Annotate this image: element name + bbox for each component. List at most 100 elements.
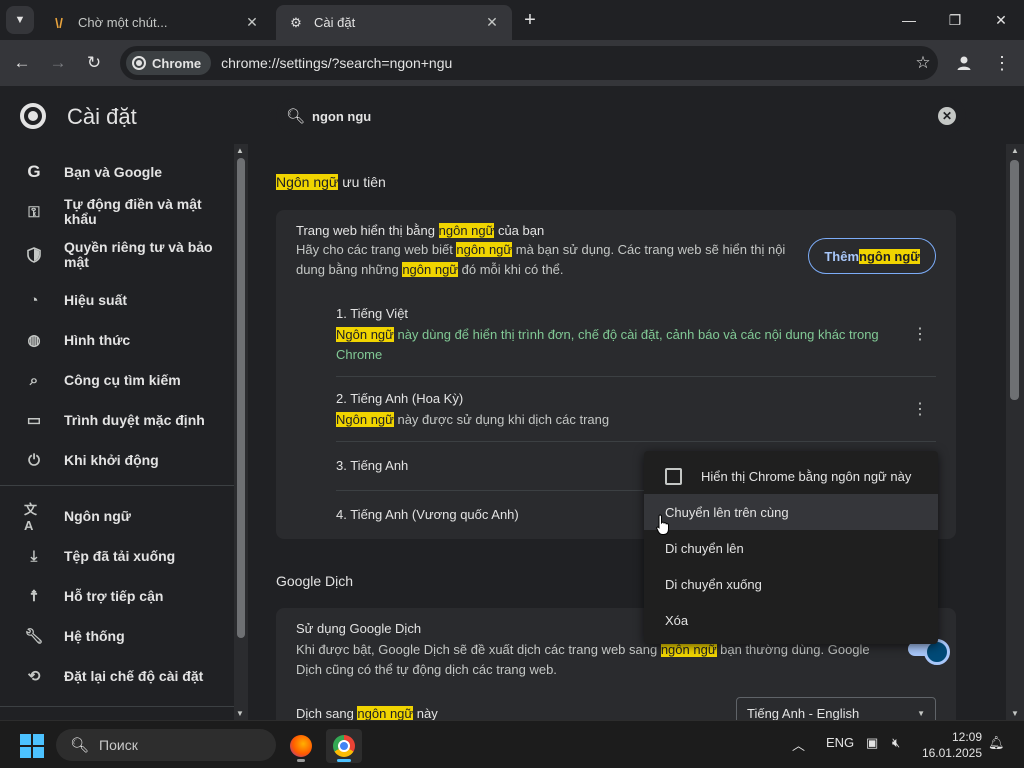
target-language-label: Dịch sang ngôn ngữ này	[296, 706, 438, 721]
scroll-down-icon[interactable]: ▼	[236, 709, 244, 718]
sidebar-item-performance[interactable]: ◔ Hiệu suất	[0, 290, 234, 310]
address-bar[interactable]: Chrome chrome://settings/?search=ngon+ng…	[120, 46, 938, 80]
sidebar-item-label: Hiệu suất	[64, 291, 128, 308]
taskbar-search[interactable]: 🔍︎ Поиск	[56, 729, 276, 761]
chrome-logo-icon	[20, 103, 46, 129]
language-item-vietnamese: 1. Tiếng Việt Ngôn ngữ này dùng để hiển …	[336, 306, 936, 365]
search-icon: ⌕	[29, 371, 39, 389]
sidebar-item-accessibility[interactable]: ☨ Hỗ trợ tiếp cận	[0, 586, 234, 606]
back-button[interactable]: ←	[8, 49, 36, 77]
sidebar-item-reset[interactable]: ⟲ Đặt lại chế độ cài đặt	[0, 666, 234, 686]
sidebar-item-label: Hỗ trợ tiếp cận	[64, 587, 164, 604]
menu-item-move-down[interactable]: Di chuyển xuống	[644, 566, 938, 602]
profile-button[interactable]	[952, 51, 976, 75]
search-icon: 🔍︎	[70, 737, 90, 754]
firefox-icon	[290, 735, 312, 757]
clock[interactable]: 12:09 16.01.2025	[918, 729, 982, 761]
tab-search-button[interactable]: ▼	[6, 6, 34, 34]
divider	[336, 376, 936, 377]
chrome-menu-button[interactable]: ⋮	[990, 51, 1014, 75]
close-icon[interactable]: ✕	[244, 14, 260, 31]
new-tab-button[interactable]: +	[518, 8, 542, 32]
translate-icon: 文A	[24, 502, 38, 533]
tab-loading[interactable]: Chờ một chút... ✕	[40, 5, 272, 40]
sidebar-item-default-browser[interactable]: ▭ Trình duyệt mặc định	[0, 410, 234, 430]
volume-muted-icon[interactable]: 🔇︎	[892, 735, 900, 751]
tab-strip: ▼ Chờ một chút... ✕ ⚙ Cài đặt ✕ + — ❐ ✕	[0, 0, 1024, 40]
input-language[interactable]: ENG	[826, 735, 854, 750]
card-description: Hãy cho các trang web biết ngôn ngữ mà b…	[296, 242, 786, 277]
sidebar-divider	[0, 485, 234, 486]
sidebar-item-label: Quyền riêng tư và bảo mật	[64, 239, 213, 270]
add-languages-button[interactable]: Thêm ngôn ngữ	[808, 238, 936, 274]
maximize-button[interactable]: ❐	[932, 0, 978, 40]
sidebar-item-label: Đặt lại chế độ cài đặt	[64, 667, 204, 684]
chevron-down-icon: ▼	[917, 708, 925, 718]
minimize-icon: —	[902, 12, 916, 28]
url-text[interactable]: chrome://settings/?search=ngon+ngu	[221, 55, 908, 71]
language-name: 1. Tiếng Việt	[336, 306, 409, 321]
windows-start-icon[interactable]	[20, 734, 44, 758]
palette-icon: ◍	[27, 332, 41, 349]
taskbar-app-chrome[interactable]	[326, 729, 362, 763]
toolbar: ← → ↻ Chrome chrome://settings/?search=n…	[0, 40, 1024, 86]
sidebar-item-on-startup[interactable]: ⏻ Khi khởi động	[0, 450, 234, 470]
sidebar-item-label: Khi khởi động	[64, 451, 159, 468]
menu-item-display-in-language[interactable]: Hiển thị Chrome bằng ngôn ngữ này	[644, 458, 938, 494]
menu-item-move-up[interactable]: Di chuyển lên	[644, 530, 938, 566]
site-info-chip[interactable]: Chrome	[126, 51, 212, 75]
page-title: Cài đặt	[67, 104, 137, 129]
translate-toggle[interactable]	[908, 639, 950, 665]
menu-item-remove[interactable]: Xóa	[644, 602, 938, 638]
notification-bell-icon[interactable]: 🔔︎	[988, 735, 1005, 751]
tab-title: Cài đặt	[314, 15, 356, 30]
tab-settings[interactable]: ⚙ Cài đặt ✕	[276, 5, 512, 40]
scrollbar-thumb[interactable]	[1010, 160, 1019, 400]
screen: ▼ Chờ một chút... ✕ ⚙ Cài đặt ✕ + — ❐ ✕ …	[0, 0, 1024, 768]
card-title: Sử dụng Google Dịch	[296, 621, 422, 636]
sidebar-item-label: Hình thức	[64, 331, 131, 348]
sidebar-item-you-and-google[interactable]: G Bạn và Google	[0, 162, 234, 182]
section-title-languages: Ngôn ngữ ưu tiên	[276, 174, 386, 190]
close-icon[interactable]: ✕	[484, 14, 500, 31]
sidebar-item-autofill[interactable]: ⚿ Tự động điền và mật khẩu	[0, 197, 234, 227]
scrollbar-thumb[interactable]	[237, 158, 245, 638]
minimize-button[interactable]: —	[886, 0, 932, 40]
sidebar-scrollbar[interactable]: ▲ ▼	[234, 144, 248, 720]
language-note: Ngôn ngữ này được sử dụng khi dịch các t…	[336, 412, 610, 427]
sidebar-item-languages[interactable]: 文A Ngôn ngữ	[0, 502, 234, 533]
chevron-up-icon[interactable]: ︿	[792, 735, 805, 754]
close-window-button[interactable]: ✕	[978, 0, 1024, 40]
sidebar-item-search-engine[interactable]: ⌕ Công cụ tìm kiếm	[0, 370, 234, 390]
sidebar-item-downloads[interactable]: ⤓ Tệp đã tải xuống	[0, 546, 234, 566]
language-item-english-us: 2. Tiếng Anh (Hoa Kỳ) Ngôn ngữ này được …	[336, 391, 936, 430]
more-vert-icon[interactable]: ⋮	[912, 399, 928, 419]
bookmark-star-icon[interactable]: ☆	[908, 53, 938, 73]
clear-search-icon[interactable]: ✕	[938, 107, 956, 125]
section-title-translate: Google Dịch	[276, 573, 354, 589]
scroll-down-icon[interactable]: ▼	[1011, 709, 1019, 718]
card-description: Khi được bật, Google Dịch sẽ đề xuất dịc…	[296, 642, 870, 677]
main-scrollbar[interactable]: ▲ ▼	[1006, 144, 1024, 720]
sidebar-item-label: Trình duyệt mặc định	[64, 411, 205, 428]
more-vert-icon[interactable]: ⋮	[912, 324, 928, 344]
sidebar-item-label: Hệ thống	[64, 627, 125, 644]
settings-search[interactable]: 🔍︎ ✕	[276, 99, 966, 133]
sidebar-item-system[interactable]: 🔧︎ Hệ thống	[0, 626, 234, 646]
speedometer-icon: ◔	[29, 291, 39, 309]
sidebar-item-privacy[interactable]: Quyền riêng tư và bảo mật	[0, 240, 234, 270]
menu-item-move-to-top[interactable]: Chuyển lên trên cùng	[644, 494, 938, 530]
reload-button[interactable]: ↻	[80, 49, 108, 77]
shield-icon	[24, 245, 44, 265]
forward-button[interactable]: →	[44, 49, 72, 77]
taskbar-app-firefox[interactable]	[283, 729, 319, 763]
network-icon[interactable]: ▣	[866, 735, 878, 751]
scroll-up-icon[interactable]: ▲	[236, 146, 244, 155]
sidebar-item-appearance[interactable]: ◍ Hình thức	[0, 330, 234, 350]
card-title: Trang web hiển thị bằng ngôn ngữ của bạn	[296, 223, 545, 238]
search-input[interactable]	[312, 108, 938, 124]
person-icon	[957, 56, 971, 70]
scroll-up-icon[interactable]: ▲	[1011, 146, 1019, 155]
gear-icon: ⚙	[290, 14, 302, 30]
checkbox[interactable]	[665, 467, 682, 485]
